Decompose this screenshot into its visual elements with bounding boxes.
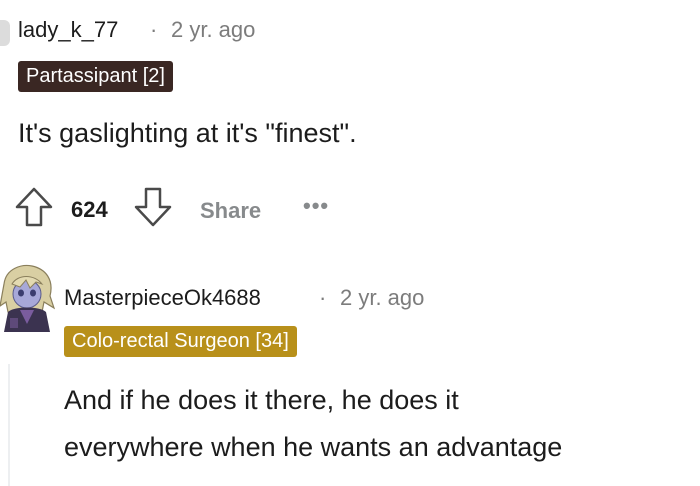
vote-count: 624 xyxy=(71,197,108,222)
comment-author[interactable]: MasterpieceOk4688 xyxy=(64,285,261,311)
downvote-arrow-icon[interactable] xyxy=(133,186,173,228)
upvote-arrow-icon[interactable] xyxy=(14,186,54,228)
meta-separator: · xyxy=(150,17,158,42)
thread-line[interactable] xyxy=(8,364,10,486)
comment-timestamp[interactable]: 2 yr. ago xyxy=(340,285,424,311)
user-flair: Partassipant [2] xyxy=(18,61,173,92)
comment-body-line-2: everywhere when he wants an advantage xyxy=(64,432,563,462)
avatar[interactable] xyxy=(0,262,58,332)
comment-body: It's gaslighting at it's "finest". xyxy=(18,118,357,148)
user-flair: Colo-rectal Surgeon [34] xyxy=(64,326,297,357)
comment-author[interactable]: lady_k_77 xyxy=(18,17,118,43)
comment-timestamp[interactable]: 2 yr. ago xyxy=(171,17,255,43)
meta-separator: · xyxy=(319,285,327,310)
comment-body-line-1: And if he does it there, he does it xyxy=(64,385,459,415)
share-button[interactable]: Share xyxy=(200,198,261,224)
more-options-icon[interactable]: ••• xyxy=(303,193,329,219)
avatar-partial xyxy=(0,20,10,46)
